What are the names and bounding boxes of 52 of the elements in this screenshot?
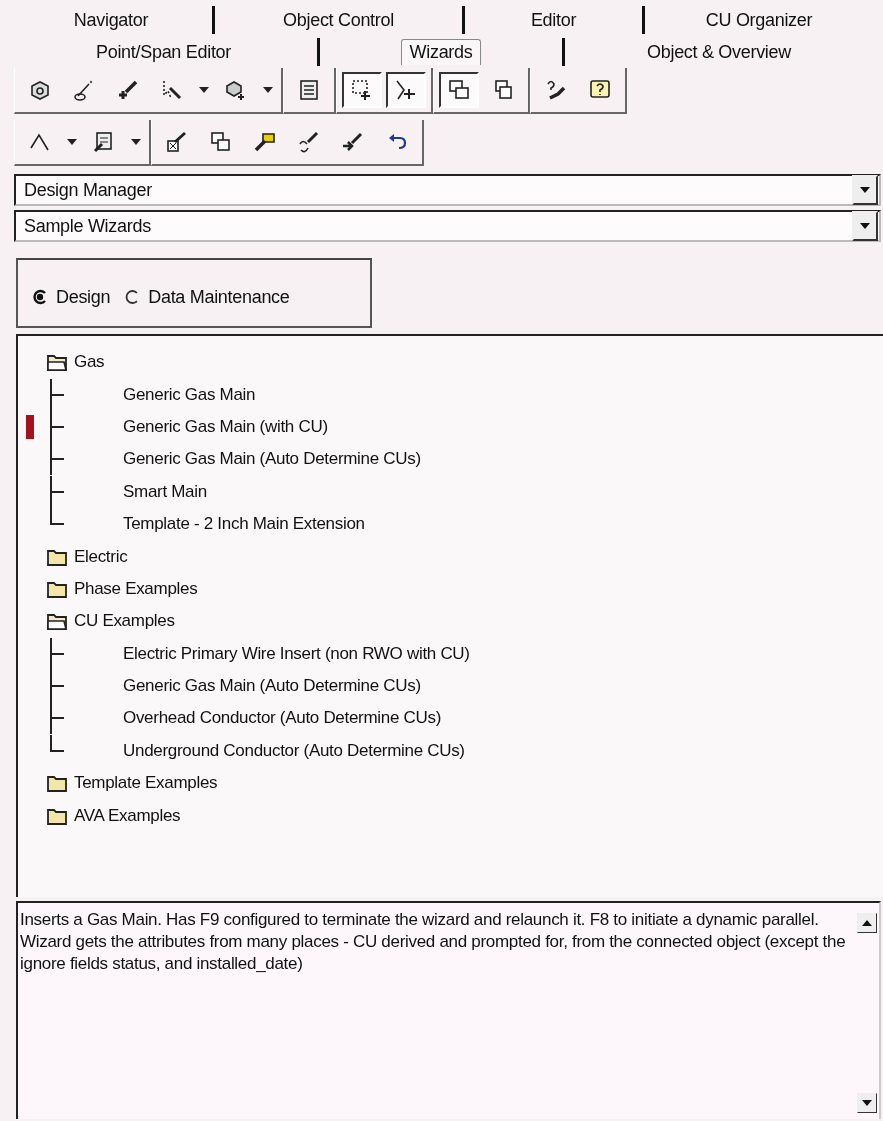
scroll-down-button[interactable] xyxy=(857,1093,877,1113)
radio-option[interactable]: Design xyxy=(32,286,111,308)
tree-folder[interactable]: Gas xyxy=(74,352,105,373)
copy-icon xyxy=(209,130,233,154)
tree-item[interactable]: Generic Gas Main (with CU) xyxy=(123,416,328,437)
tree-folder[interactable]: Phase Examples xyxy=(74,578,198,599)
tree-folder[interactable]: CU Examples xyxy=(74,611,175,632)
tab[interactable]: Point/Span Editor xyxy=(88,39,239,65)
radio-button[interactable] xyxy=(124,289,141,305)
dropdown-field[interactable]: Design Manager xyxy=(14,174,881,206)
caret-icon xyxy=(860,223,870,229)
open-folder-icon[interactable] xyxy=(46,611,68,632)
list-icon xyxy=(297,78,321,102)
tree-folder[interactable]: Electric xyxy=(74,546,128,567)
scroll-up-button[interactable] xyxy=(857,913,877,933)
tree-folder[interactable]: Template Examples xyxy=(74,773,218,794)
tree-item[interactable]: Generic Gas Main (Auto Determine CUs) xyxy=(123,676,421,697)
tab[interactable]: Navigator xyxy=(65,7,157,33)
down-arrow-icon xyxy=(862,1100,872,1106)
tree-item[interactable]: Overhead Conductor (Auto Determine CUs) xyxy=(123,708,442,729)
tree-item[interactable]: Template - 2 Inch Main Extension xyxy=(123,514,365,535)
caret-icon xyxy=(67,139,77,145)
open-folder-icon[interactable] xyxy=(46,352,68,373)
select-wand-icon xyxy=(160,78,184,102)
tab[interactable]: Object Control xyxy=(275,7,402,33)
tree-item[interactable]: Smart Main xyxy=(123,481,207,502)
wand-folder-icon xyxy=(253,130,277,154)
tab[interactable]: Object & Overview xyxy=(639,39,799,65)
toolbar-button[interactable] xyxy=(386,72,426,108)
tree-folder[interactable]: AVA Examples xyxy=(74,805,181,826)
caret-icon xyxy=(860,187,870,193)
wand-delete-icon xyxy=(165,130,189,154)
tree-item[interactable]: Electric Primary Wire Insert (non RWO with CU) xyxy=(123,643,470,664)
line-move-icon xyxy=(394,78,418,102)
tab[interactable]: Wizards xyxy=(400,39,482,65)
description-text: Inserts a Gas Main. Has F9 configured to terminate the wizard and relaunch it. F8 to initiate a dynamic parallel. Wizard gets the attributes from many places - CU derived and prompted for, from the connected object (except the ignore fields status, and installed_date) xyxy=(19,909,847,975)
dropdown-field[interactable]: Sample Wizards xyxy=(14,210,881,242)
caret-icon xyxy=(131,139,141,145)
copy-icon xyxy=(447,78,471,102)
folder-icon[interactable] xyxy=(46,773,68,794)
caret-icon xyxy=(199,87,209,93)
tree-item[interactable]: Generic Gas Main xyxy=(123,384,256,405)
toolbar-button[interactable] xyxy=(342,72,382,108)
tree-item[interactable]: Underground Conductor (Auto Determine CUs) xyxy=(123,740,465,761)
caret-icon xyxy=(263,87,273,93)
tab[interactable]: Editor xyxy=(522,7,585,33)
tree-item[interactable]: Generic Gas Main (Auto Determine CUs) xyxy=(123,449,421,470)
radio-button[interactable] xyxy=(32,289,48,305)
tab[interactable]: CU Organizer xyxy=(697,7,821,33)
radio-option[interactable]: Data Maintenance xyxy=(124,286,290,308)
toolbar-button[interactable] xyxy=(439,72,479,108)
up-arrow-icon xyxy=(862,920,872,926)
